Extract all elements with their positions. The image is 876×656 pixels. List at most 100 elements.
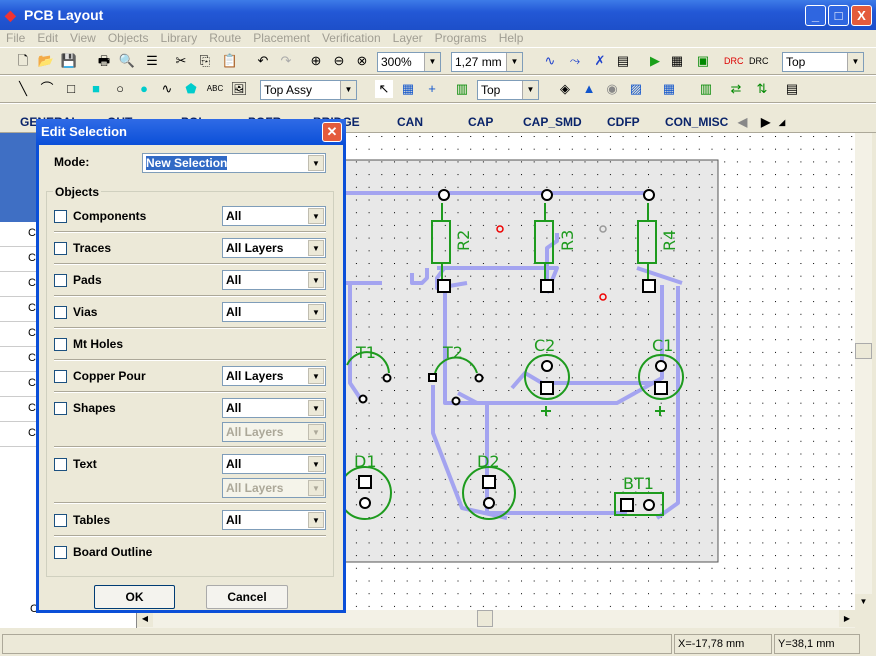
menu-edit[interactable]: Edit [37, 31, 58, 45]
component-label[interactable]: R4 [660, 230, 679, 251]
drc-report-icon[interactable]: DRC [749, 52, 769, 70]
polyline-icon[interactable]: ∿ [158, 80, 176, 98]
text-checkbox[interactable] [54, 458, 67, 471]
vias-select[interactable]: All ▼ [222, 302, 326, 322]
vertical-scrollbar[interactable]: ▼ [855, 133, 872, 610]
tab-scroll-right-icon[interactable]: ▶ [761, 115, 770, 129]
copy-icon[interactable]: ⎘ [196, 52, 214, 70]
component-icon[interactable]: ▥ [453, 80, 471, 98]
tab-scroll-left-icon[interactable]: ◀ [738, 115, 747, 129]
report-icon[interactable]: ☰ [143, 52, 161, 70]
tab-cap-smd[interactable]: CAP_SMD [523, 115, 582, 129]
mode-select[interactable]: New Selection ▼ [142, 153, 326, 173]
table-icon[interactable]: ▦ [660, 80, 678, 98]
drc-icon[interactable]: DRC [724, 52, 744, 70]
components-select[interactable]: All ▼ [222, 206, 326, 226]
shapes-select[interactable]: All ▼ [222, 398, 326, 418]
copper-pour-select[interactable]: All Layers ▼ [222, 366, 326, 386]
menu-objects[interactable]: Objects [108, 31, 149, 45]
menu-verification[interactable]: Verification [322, 31, 381, 45]
traces-checkbox[interactable] [54, 242, 67, 255]
route-icon[interactable]: ∿ [541, 52, 559, 70]
circle-icon[interactable]: ○ [111, 80, 129, 98]
board-icon[interactable]: ▣ [694, 52, 712, 70]
swap-pins-icon[interactable]: ⇅ [753, 80, 771, 98]
tab-con-misc[interactable]: CON_MISC [665, 115, 728, 129]
filled-rectangle-icon[interactable]: ■ [87, 80, 105, 98]
cancel-button[interactable]: Cancel [206, 585, 288, 609]
export-icon[interactable]: ▦ [668, 52, 686, 70]
mt-holes-checkbox[interactable] [54, 338, 67, 351]
filled-circle-icon[interactable]: ● [135, 80, 153, 98]
shapes-checkbox[interactable] [54, 402, 67, 415]
menu-file[interactable]: File [6, 31, 25, 45]
menu-programs[interactable]: Programs [435, 31, 487, 45]
pad-icon[interactable]: ◈ [556, 80, 574, 98]
component-label[interactable]: D1 [354, 452, 377, 471]
zoom-fit-icon[interactable]: ⊗ [353, 52, 371, 70]
menu-help[interactable]: Help [499, 31, 524, 45]
select-arrow-icon[interactable]: ↖ [375, 80, 393, 98]
tab-can[interactable]: CAN [397, 115, 423, 129]
close-button[interactable]: X [851, 5, 872, 26]
polygon-icon[interactable]: ⬟ [182, 80, 200, 98]
traces-select[interactable]: All Layers ▼ [222, 238, 326, 258]
menu-library[interactable]: Library [161, 31, 198, 45]
ruler-icon[interactable]: ▦ [399, 80, 417, 98]
redo-icon[interactable]: ↷ [277, 52, 295, 70]
tables-checkbox[interactable] [54, 514, 67, 527]
undo-icon[interactable]: ↶ [254, 52, 272, 70]
assy-layer-select[interactable]: Top Assy ▼ [260, 80, 357, 100]
properties-icon[interactable]: ▤ [783, 80, 801, 98]
dialog-close-button[interactable]: ✕ [322, 122, 342, 142]
menu-route[interactable]: Route [209, 31, 241, 45]
hscroll-thumb[interactable] [477, 610, 493, 627]
swap-icon[interactable]: ⇄ [727, 80, 745, 98]
zoom-in-icon[interactable]: ⊕ [307, 52, 325, 70]
tab-menu-icon[interactable]: ◢ [779, 118, 785, 127]
component-label[interactable]: D2 [477, 452, 500, 471]
ok-button[interactable]: OK [94, 585, 175, 609]
menu-view[interactable]: View [70, 31, 96, 45]
component-label[interactable]: T1 [355, 343, 376, 362]
new-icon[interactable]: 🗋 [14, 52, 32, 70]
paste-icon[interactable]: 📋 [221, 52, 239, 70]
minimize-button[interactable]: _ [805, 5, 826, 26]
scroll-thumb[interactable] [855, 343, 872, 359]
arc-icon[interactable]: ⌒ [38, 80, 56, 98]
open-icon[interactable]: 📂 [37, 52, 55, 70]
mount-hole-icon[interactable]: ◉ [603, 80, 621, 98]
print-preview-icon[interactable]: 🔍 [118, 52, 136, 70]
component-label[interactable]: C2 [534, 336, 555, 355]
component-label[interactable]: R3 [558, 230, 577, 251]
unroute-icon[interactable]: ✗ [591, 52, 609, 70]
netlist-icon[interactable]: ▤ [614, 52, 632, 70]
via-icon[interactable]: ▲ [580, 80, 598, 98]
line-icon[interactable]: ╲ [14, 80, 32, 98]
tables-select[interactable]: All ▼ [222, 510, 326, 530]
print-icon[interactable]: 🖶 [95, 52, 113, 70]
vias-checkbox[interactable] [54, 306, 67, 319]
layer-select[interactable]: Top ▼ [782, 52, 864, 72]
crosshair-icon[interactable]: + [423, 80, 441, 98]
scroll-down-icon[interactable]: ▼ [855, 594, 872, 610]
zoom-select[interactable]: 300% ▼ [377, 52, 441, 72]
save-icon[interactable]: 💾 [60, 52, 78, 70]
component-layer-select[interactable]: Top ▼ [477, 80, 539, 100]
align-icon[interactable]: ▥ [697, 80, 715, 98]
maximize-button[interactable]: □ [828, 5, 849, 26]
copper-pour-checkbox[interactable] [54, 370, 67, 383]
tab-cdfp[interactable]: CDFP [607, 115, 640, 129]
component-label[interactable]: R2 [454, 230, 473, 251]
autoroute-icon[interactable]: ⤳ [566, 52, 584, 70]
grid-select[interactable]: 1,27 mm ▼ [451, 52, 523, 72]
run-icon[interactable]: ▶ [646, 52, 664, 70]
components-checkbox[interactable] [54, 210, 67, 223]
zoom-out-icon[interactable]: ⊖ [330, 52, 348, 70]
copper-pour-icon[interactable]: ▨ [627, 80, 645, 98]
text-select[interactable]: All ▼ [222, 454, 326, 474]
menu-layer[interactable]: Layer [393, 31, 423, 45]
image-icon[interactable]: 🖼 [230, 80, 248, 98]
component-label[interactable]: BT1 [623, 474, 654, 493]
tab-cap[interactable]: CAP [468, 115, 493, 129]
